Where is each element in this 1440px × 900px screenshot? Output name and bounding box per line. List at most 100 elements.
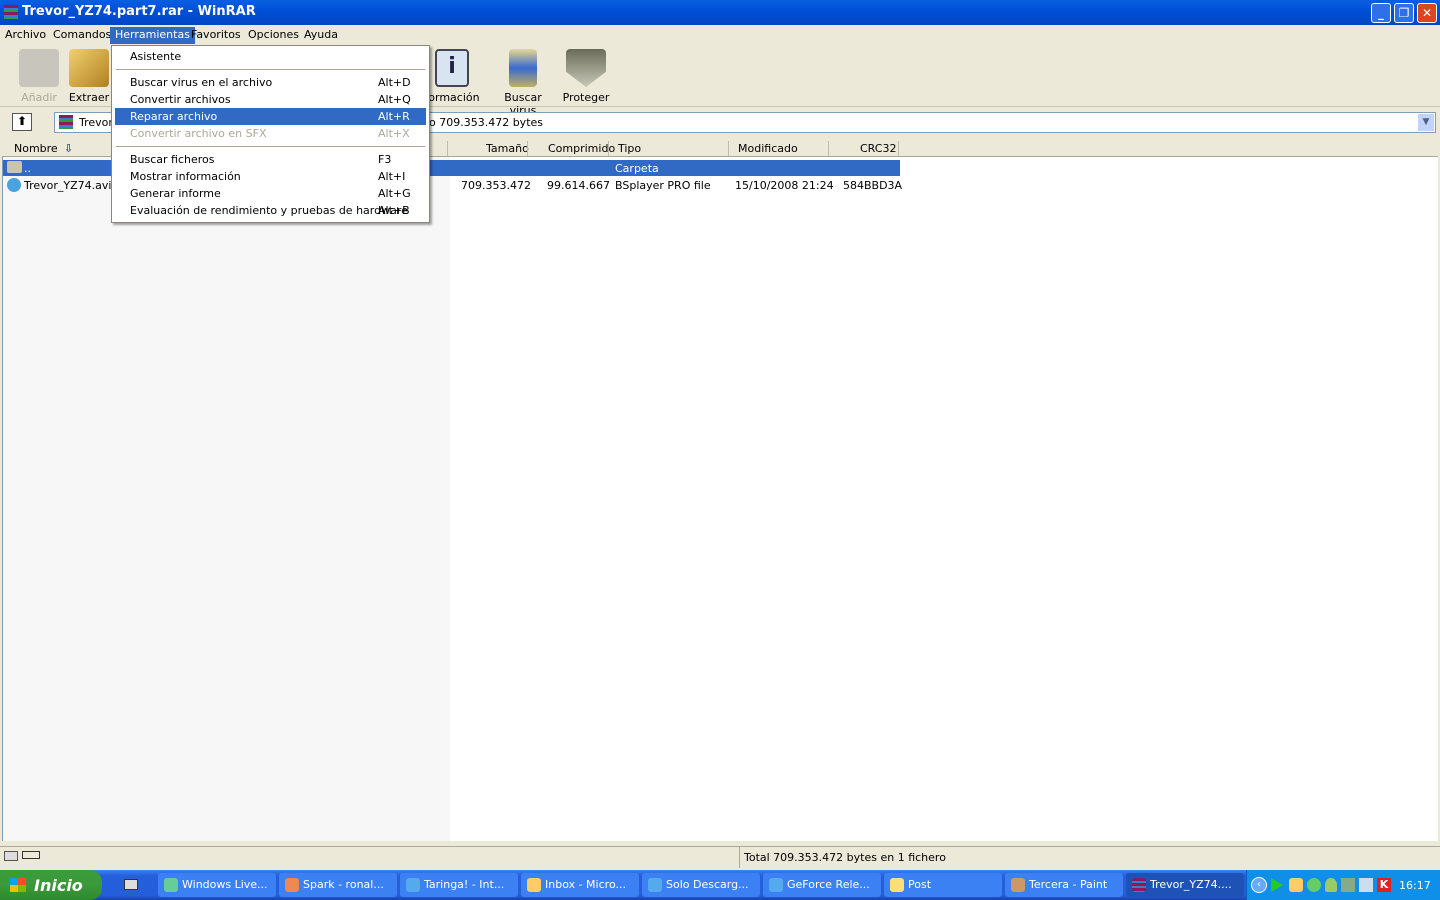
- task-inbox[interactable]: Inbox - Micro...: [521, 873, 639, 897]
- info-button[interactable]: i formación: [424, 49, 480, 104]
- path-info-text: o 709.353.472 bytes: [429, 116, 544, 129]
- row-type: BSplayer PRO file: [615, 179, 711, 192]
- task-label: Post: [908, 878, 932, 891]
- minimize-button[interactable]: _: [1371, 3, 1391, 23]
- menu-archivo[interactable]: Archivo: [0, 27, 51, 44]
- start-button[interactable]: Inicio: [0, 870, 102, 900]
- menu-item-shortcut: F3: [378, 153, 392, 166]
- row-size: 709.353.472: [461, 179, 531, 192]
- menu-bar: Archivo Comandos Herramientas Favoritos …: [0, 25, 1440, 45]
- wireless-icon[interactable]: [1359, 878, 1373, 892]
- outlook-icon[interactable]: [1289, 878, 1303, 892]
- messenger-icon: [164, 878, 178, 892]
- menu-item-label: Convertir archivos: [130, 93, 231, 106]
- network-icon[interactable]: [1341, 878, 1355, 892]
- menu-item-shortcut: Alt+D: [378, 76, 411, 89]
- mail-icon: [527, 878, 541, 892]
- col-packed[interactable]: Comprimido: [548, 142, 615, 155]
- menu-item-label: Convertir archivo en SFX: [130, 127, 267, 140]
- winrar-icon: [1132, 878, 1146, 892]
- scan-virus-button[interactable]: Buscar virus: [492, 49, 554, 117]
- tray-expand-icon[interactable]: ‹: [1251, 877, 1267, 893]
- restore-button[interactable]: ❐: [1394, 3, 1414, 23]
- close-button[interactable]: ✕: [1417, 3, 1437, 23]
- windows-logo-icon: [10, 878, 26, 892]
- whatsapp-icon[interactable]: [1307, 878, 1321, 892]
- task-label: Spark - ronal...: [303, 878, 384, 891]
- menu-item-buscar-ficheros[interactable]: Buscar ficheros F3: [115, 151, 426, 168]
- task-geforce[interactable]: GeForce Rele...: [763, 873, 881, 897]
- col-name[interactable]: Nombre: [14, 142, 58, 155]
- task-winrar[interactable]: Trevor_YZ74....: [1126, 873, 1244, 897]
- menu-item-shortcut: Alt+G: [378, 187, 411, 200]
- task-label: Taringa! - Int...: [424, 878, 505, 891]
- scan-virus-icon: [509, 49, 537, 87]
- protect-button[interactable]: Proteger: [558, 49, 614, 104]
- task-solo-descargas[interactable]: Solo Descarg...: [642, 873, 760, 897]
- menu-opciones[interactable]: Opciones: [243, 27, 304, 44]
- menu-item-shortcut: Alt+R: [378, 110, 410, 123]
- ie-icon: [648, 878, 662, 892]
- ie-icon: [769, 878, 783, 892]
- add-label: Añadir: [21, 91, 57, 104]
- task-windows-live[interactable]: Windows Live...: [158, 873, 276, 897]
- menu-favoritos[interactable]: Favoritos: [186, 27, 246, 44]
- task-post[interactable]: Post: [884, 873, 1002, 897]
- menu-item-mostrar-informacion[interactable]: Mostrar información Alt+I: [115, 168, 426, 185]
- row-name: Trevor_YZ74.avi: [24, 179, 112, 192]
- clock: 16:17: [1399, 879, 1431, 892]
- key-icon: [22, 851, 40, 859]
- col-type[interactable]: Tipo: [618, 142, 641, 155]
- play-icon[interactable]: [1271, 878, 1283, 892]
- menu-herramientas[interactable]: Herramientas: [110, 27, 195, 44]
- up-folder-button[interactable]: ⬆: [12, 113, 32, 131]
- messenger-tray-icon[interactable]: [1325, 878, 1337, 892]
- col-modified[interactable]: Modificado: [738, 142, 798, 155]
- protect-label: Proteger: [562, 91, 610, 104]
- drive-icon: [4, 851, 18, 861]
- menu-item-shortcut: Alt+B: [378, 204, 410, 217]
- menu-item-label: Reparar archivo: [130, 110, 218, 123]
- menu-item-label: Evaluación de rendimiento y pruebas de h…: [130, 204, 408, 217]
- menu-item-label: Buscar ficheros: [130, 153, 215, 166]
- extract-icon: [69, 49, 109, 87]
- paint-icon: [1011, 878, 1025, 892]
- task-label: Solo Descarg...: [666, 878, 749, 891]
- menu-item-asistente[interactable]: Asistente: [115, 48, 426, 65]
- task-taringa[interactable]: Taringa! - Int...: [400, 873, 518, 897]
- extract-button[interactable]: Extraer: [61, 49, 117, 104]
- menu-item-convertir-archivos[interactable]: Convertir archivos Alt+Q: [115, 91, 426, 108]
- menu-ayuda[interactable]: Ayuda: [299, 27, 343, 44]
- start-label: Inicio: [34, 876, 83, 895]
- title-bar: Trevor_YZ74.part7.rar - WinRAR _ ❐ ✕: [0, 0, 1440, 25]
- col-crc32[interactable]: CRC32: [860, 142, 896, 155]
- kaspersky-icon[interactable]: K: [1377, 878, 1391, 892]
- col-size[interactable]: Tamaño: [486, 142, 529, 155]
- extract-label: Extraer: [68, 91, 110, 104]
- menu-item-generar-informe[interactable]: Generar informe Alt+G: [115, 185, 426, 202]
- row-packed: 99.614.667: [547, 179, 610, 192]
- menu-item-label: Asistente: [130, 50, 182, 63]
- task-spark[interactable]: Spark - ronal...: [279, 873, 397, 897]
- task-label: Windows Live...: [182, 878, 268, 891]
- menu-comandos[interactable]: Comandos: [48, 27, 116, 44]
- add-button[interactable]: Añadir: [11, 49, 67, 104]
- menu-item-reparar-archivo[interactable]: Reparar archivo Alt+R: [115, 108, 426, 125]
- menu-item-benchmark[interactable]: Evaluación de rendimiento y pruebas de h…: [115, 202, 426, 219]
- row-modified: 15/10/2008 21:24: [735, 179, 834, 192]
- menu-item-label: Buscar virus en el archivo: [130, 76, 273, 89]
- winrar-icon: [4, 5, 18, 19]
- folder-icon: [7, 161, 22, 173]
- folder-icon: [890, 878, 904, 892]
- menu-item-shortcut: Alt+X: [378, 127, 410, 140]
- menu-item-label: Mostrar información: [130, 170, 241, 183]
- archive-icon: [59, 115, 73, 129]
- task-paint[interactable]: Tercera - Paint: [1005, 873, 1123, 897]
- row-type: Carpeta: [615, 162, 659, 175]
- path-dropdown-chevron-icon[interactable]: ▼: [1418, 114, 1434, 131]
- task-label: Tercera - Paint: [1029, 878, 1108, 891]
- keyboard-icon[interactable]: [124, 879, 138, 890]
- info-label: formación: [424, 91, 480, 104]
- spark-icon: [285, 878, 299, 892]
- menu-item-buscar-virus[interactable]: Buscar virus en el archivo Alt+D: [115, 74, 426, 91]
